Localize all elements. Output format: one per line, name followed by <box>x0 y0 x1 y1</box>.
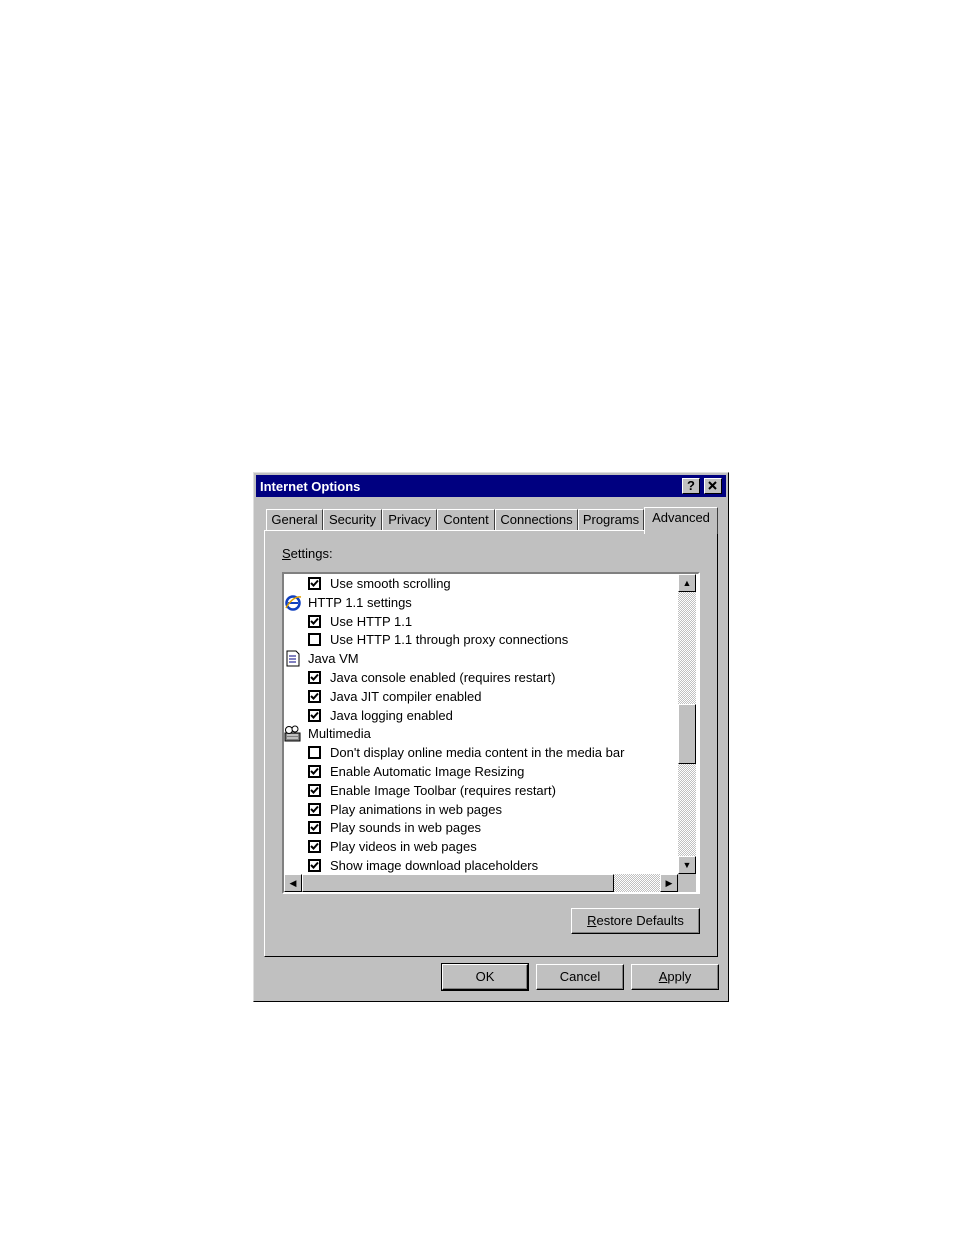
unchecked-checkbox[interactable] <box>308 746 321 760</box>
tab-privacy[interactable]: Privacy <box>382 509 437 531</box>
help-button[interactable]: ? <box>682 478 700 494</box>
settings-label-mnemonic: S <box>282 546 291 561</box>
setting-label: Play animations in web pages <box>330 801 502 817</box>
tab-content[interactable]: Content <box>437 509 495 531</box>
cancel-button[interactable]: Cancel <box>536 964 624 990</box>
tab-label: Content <box>443 512 489 527</box>
checkmark-icon <box>310 579 319 587</box>
tab-label: Security <box>329 512 376 527</box>
setting-label: Use HTTP 1.1 through proxy connections <box>330 632 569 648</box>
apply-mnemonic: A <box>658 969 668 984</box>
ok-label: OK <box>475 969 495 984</box>
settings-list[interactable]: Use smooth scrolling HTTP 1.1 settings Use… <box>282 572 700 894</box>
checked-checkbox[interactable] <box>308 765 321 778</box>
setting-label: Use HTTP 1.1 <box>330 613 413 629</box>
checkmark-icon <box>310 711 319 719</box>
tab-advanced[interactable]: Advanced <box>644 507 718 534</box>
vertical-scroll-thumb[interactable] <box>678 704 696 765</box>
internet-options-dialog: Internet Options ? General Security Priv… <box>253 472 729 1002</box>
checkmark-icon <box>310 617 319 625</box>
checkmark-icon <box>310 805 319 813</box>
horizontal-scroll-thumb[interactable] <box>302 874 614 892</box>
checkmark-icon <box>310 824 319 832</box>
setting-label: Java logging enabled <box>330 707 453 723</box>
setting-label: Enable Image Toolbar (requires restart) <box>330 782 556 798</box>
setting-label: Show image download placeholders <box>330 858 539 873</box>
tab-label: Programs <box>582 512 640 527</box>
checkmark-icon <box>310 692 319 700</box>
checked-checkbox[interactable] <box>308 821 321 835</box>
tab-security[interactable]: Security <box>323 509 382 531</box>
tab-connections[interactable]: Connections <box>495 509 578 531</box>
setting-label: Play sounds in web pages <box>330 820 482 836</box>
checked-checkbox[interactable] <box>308 708 321 722</box>
horizontal-scrollbar[interactable]: ◀ ▶ <box>284 874 678 892</box>
checkmark-icon <box>310 861 319 869</box>
setting-label: Multimedia <box>308 726 371 742</box>
ie-logo-icon <box>284 594 302 611</box>
tab-programs[interactable]: Programs <box>578 509 644 531</box>
document-icon <box>284 650 302 667</box>
checked-checkbox[interactable] <box>308 783 321 797</box>
settings-label-text: ettings: <box>290 546 333 561</box>
setting-label: Java console enabled (requires restart) <box>330 670 556 685</box>
vertical-scrollbar[interactable]: ▲ ▼ <box>678 574 696 874</box>
scrollbar-corner <box>678 874 696 892</box>
tab-label: Connections <box>500 512 573 527</box>
tab-label: Privacy <box>388 512 431 527</box>
setting-label: HTTP 1.1 settings <box>308 594 412 610</box>
scroll-right-button[interactable]: ▶ <box>660 874 678 892</box>
checked-checkbox[interactable] <box>308 689 321 703</box>
setting-label: Play videos in web pages <box>330 839 477 855</box>
setting-label: Java JIT compiler enabled <box>330 688 482 704</box>
setting-label: Don't display online media content in th… <box>330 745 625 761</box>
window-title: Internet Options <box>260 479 361 494</box>
scroll-left-button[interactable]: ◀ <box>284 874 302 892</box>
advanced-panel: Settings: Use smooth scrolling HTTP 1.1 s… <box>264 530 718 957</box>
restore-label: estore Defaults <box>596 913 684 928</box>
checkmark-icon <box>310 767 319 775</box>
checkmark-icon <box>310 673 319 681</box>
close-icon <box>708 481 717 490</box>
checked-checkbox[interactable] <box>308 671 321 684</box>
scroll-down-button[interactable]: ▼ <box>678 856 696 874</box>
checkmark-icon <box>310 786 319 794</box>
restore-defaults-button[interactable]: Restore Defaults <box>571 908 700 934</box>
apply-label: pply <box>667 969 692 984</box>
unchecked-checkbox[interactable] <box>308 633 321 647</box>
setting-label: Use smooth scrolling <box>330 576 451 591</box>
checked-checkbox[interactable] <box>308 577 321 590</box>
scroll-up-button[interactable]: ▲ <box>678 574 696 592</box>
apply-button[interactable]: Apply <box>631 964 719 990</box>
cancel-label: Cancel <box>559 969 601 984</box>
checked-checkbox[interactable] <box>308 840 321 854</box>
tab-general[interactable]: General <box>266 509 323 531</box>
multimedia-icon <box>284 725 302 742</box>
setting-label: Enable Automatic Image Resizing <box>330 764 525 779</box>
tab-label: Advanced <box>652 510 710 525</box>
restore-mnemonic: R <box>587 913 597 928</box>
ok-button[interactable]: OK <box>441 963 529 991</box>
setting-label: Java VM <box>308 651 359 667</box>
checked-checkbox[interactable] <box>308 802 321 816</box>
checked-checkbox[interactable] <box>308 859 321 872</box>
title-bar[interactable]: Internet Options ? <box>256 475 726 497</box>
checkmark-icon <box>310 843 319 851</box>
checked-checkbox[interactable] <box>308 614 321 628</box>
tab-label: General <box>271 512 318 527</box>
settings-label: Settings: <box>282 546 333 561</box>
close-button[interactable] <box>704 478 722 494</box>
